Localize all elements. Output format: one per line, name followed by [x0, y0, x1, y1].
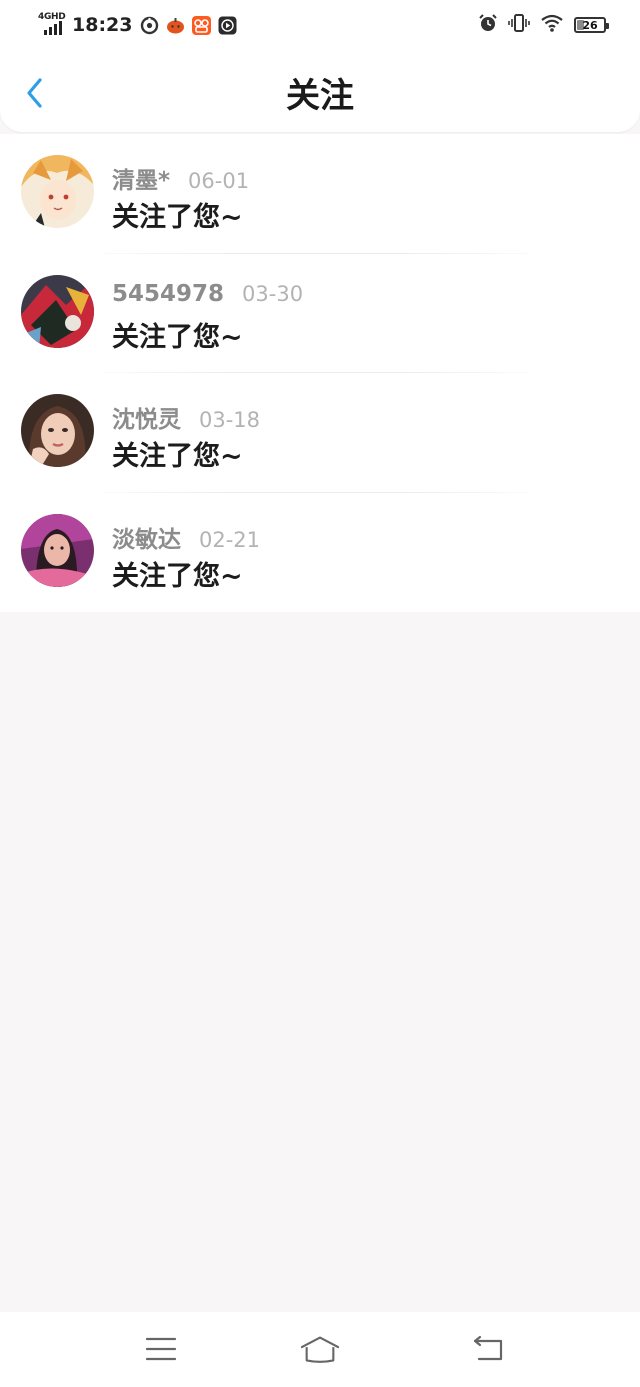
follow-item[interactable]: 清墨* 06-01 关注了您~ [0, 134, 640, 254]
follow-item[interactable]: 5454978 03-30 关注了您~ [0, 254, 640, 373]
back-icon [473, 1335, 503, 1361]
status-bar: 4GHD 18:23 26 [0, 0, 640, 50]
status-bar-right: 26 [478, 12, 609, 38]
name-line: 沈悦灵 03-18 [112, 400, 260, 434]
avatar[interactable] [21, 274, 94, 348]
status-time: 18:23 [72, 14, 133, 36]
avatar[interactable] [21, 394, 94, 467]
cellular-signal-icon: 4GHD [38, 12, 68, 38]
follow-message: 关注了您~ [112, 441, 243, 472]
screen: 4GHD 18:23 26 关注 清墨* 06-01 关注了您~ 5454978… [0, 0, 640, 1387]
follow-list: 清墨* 06-01 关注了您~ 5454978 03-30 关注了您~ 沈悦灵 … [0, 134, 640, 612]
avatar[interactable] [21, 513, 94, 587]
battery-level: 26 [582, 18, 598, 32]
system-nav-bar [0, 1312, 640, 1387]
home-icon [300, 1336, 340, 1363]
name-line: 淡敏达 02-21 [112, 520, 260, 554]
follow-date: 03-30 [242, 281, 304, 306]
header: 关注 [0, 50, 640, 132]
menu-icon [145, 1337, 177, 1361]
page-title: 关注 [286, 76, 354, 116]
follow-date: 02-21 [199, 527, 261, 552]
follow-date: 06-01 [188, 169, 250, 193]
kuaishou-app-icon [192, 15, 212, 35]
status-bar-left: 4GHD 18:23 [38, 12, 244, 38]
avatar[interactable] [21, 155, 94, 228]
pumpkin-app-icon [166, 16, 185, 35]
battery-icon: 26 [574, 17, 609, 33]
home-button[interactable] [300, 1332, 340, 1366]
follower-name: 淡敏达 [112, 526, 181, 553]
wifi-icon [540, 13, 564, 37]
follow-message: 关注了您~ [112, 560, 243, 592]
sync-icon [140, 16, 159, 35]
back-nav-button[interactable] [468, 1332, 508, 1366]
follow-item[interactable]: 沈悦灵 03-18 关注了您~ [0, 373, 640, 493]
follow-item[interactable]: 淡敏达 02-21 关注了您~ [0, 493, 640, 613]
follow-message: 关注了您~ [112, 321, 243, 353]
name-line: 清墨* 06-01 [112, 161, 249, 195]
follow-message: 关注了您~ [112, 202, 243, 233]
name-line: 5454978 03-30 [112, 281, 303, 307]
alarm-icon [478, 13, 498, 37]
vibrate-icon [508, 13, 530, 37]
menu-button[interactable] [141, 1332, 181, 1366]
follow-date: 03-18 [199, 408, 261, 432]
follower-name: 沈悦灵 [112, 407, 181, 433]
follower-name: 5454978 [112, 280, 225, 307]
follower-name: 清墨* [112, 168, 171, 194]
video-app-icon [218, 16, 237, 35]
